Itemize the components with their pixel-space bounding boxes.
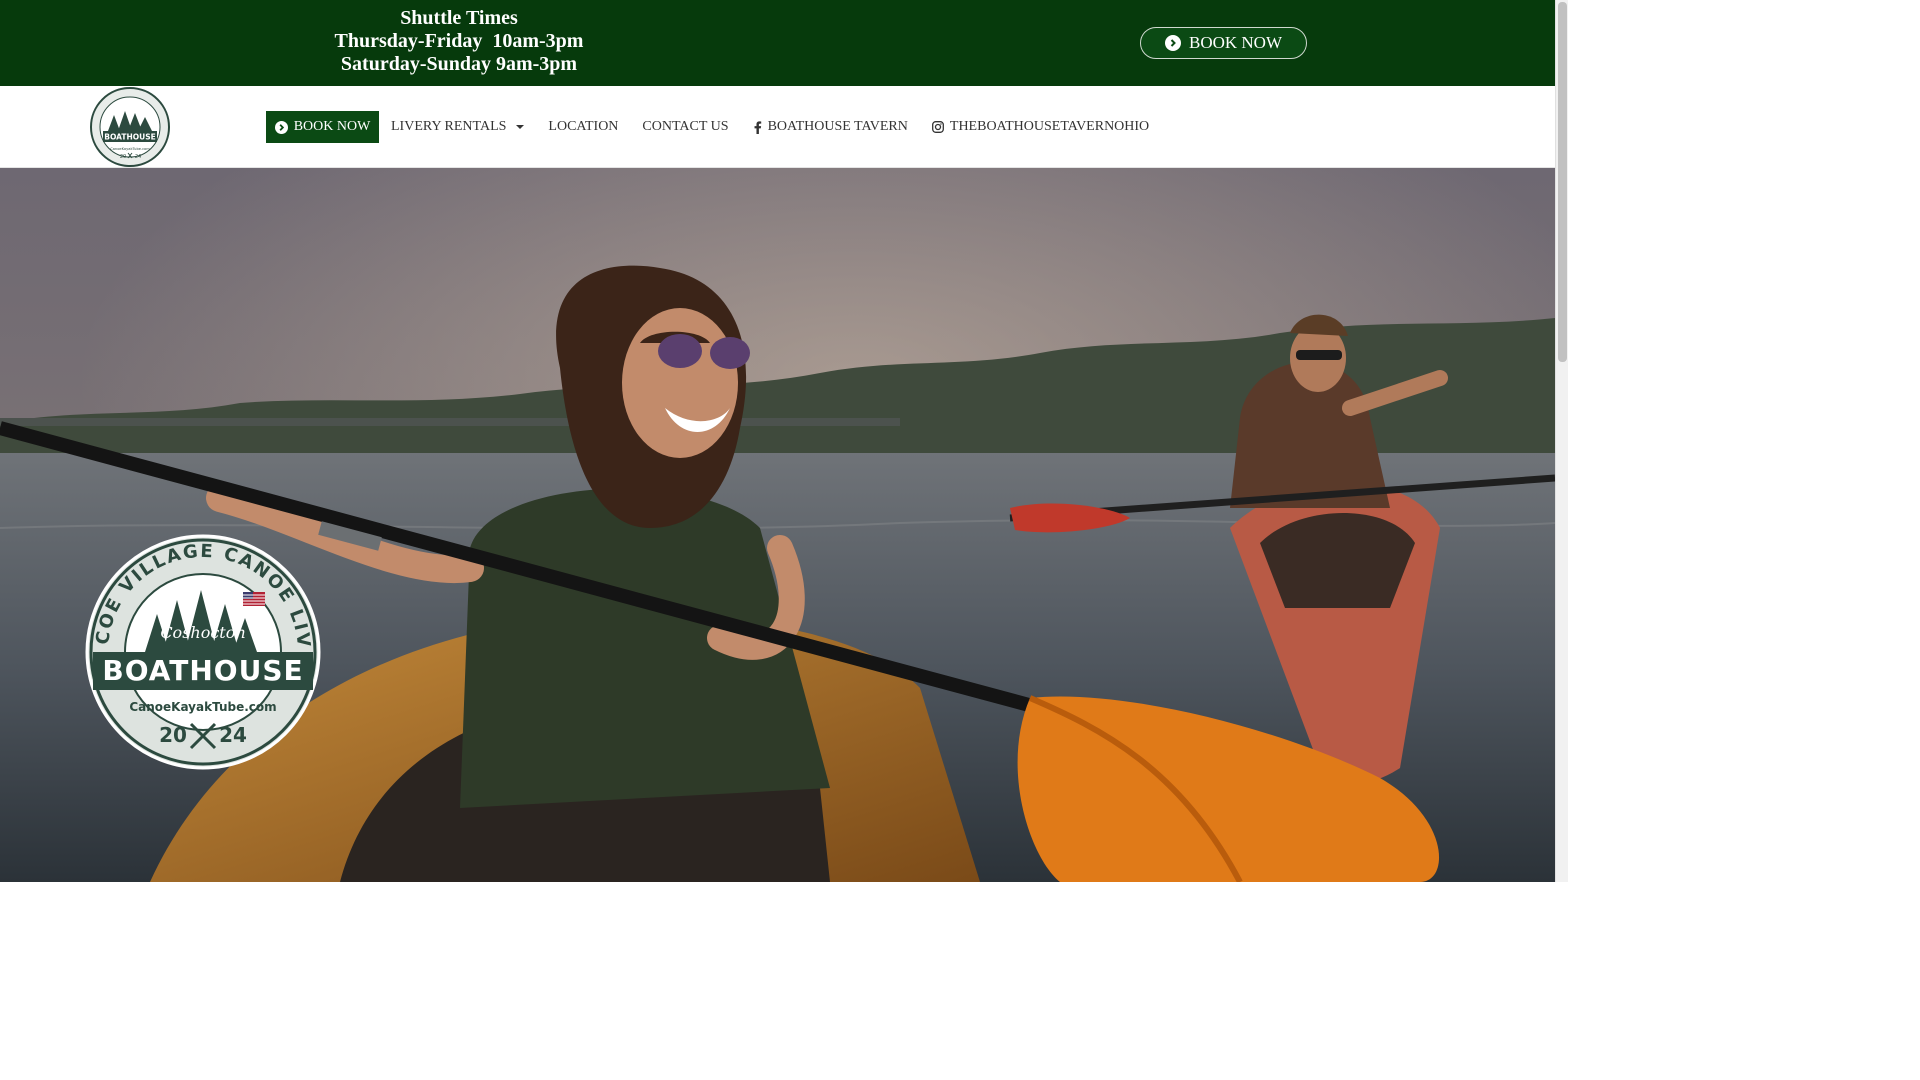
circle-chevron-right-icon [274,120,288,134]
shuttle-times: Shuttle Times Thursday-Friday 10am-3pm S… [300,7,618,76]
nav-contact-us[interactable]: CONTACT US [630,111,740,143]
circle-chevron-right-icon [1164,35,1181,51]
nav-livery-rentals-label: LIVERY RENTALS [391,119,507,134]
nav-logo-site: CanoeKayakTube.com [110,147,150,151]
boathouse-logo[interactable]: BOATHOUSE CanoeKayakTube.com 20 24 [90,87,170,167]
caret-down-icon [516,125,525,129]
shuttle-weekend-hours: Saturday-Sunday 9am-3pm [340,53,578,75]
shuttle-title: Shuttle Times [400,7,518,29]
nav-boathouse-tavern-label: BOATHOUSE TAVERN [767,119,908,134]
top-book-now-button[interactable]: BOOK NOW [1140,27,1307,59]
nav-logo-name: BOATHOUSE [104,133,156,142]
badge-site-text: CanoeKayakTube.com [129,700,276,714]
hero-banner: ROSCOE VILLAGE CANOE LIVERY Coshocton BO… [0,168,1555,882]
shuttle-weekday-hours: Thursday-Friday 10am-3pm [334,30,584,52]
nav-contact-us-label: CONTACT US [642,119,729,134]
top-book-now-label: BOOK NOW [1188,33,1283,52]
nav-logo-year-left: 20 [120,154,126,160]
nav-boathouse-tavern[interactable]: BOATHOUSE TAVERN [741,111,920,143]
main-navbar: BOATHOUSE CanoeKayakTube.com 20 24 BOOK … [0,86,1555,168]
nav-book-now-label: BOOK NOW [293,119,371,134]
badge-town-text: Coshocton [160,623,245,642]
badge-name-text: BOATHOUSE [102,654,303,687]
nav-menu: BOOK NOW LIVERY RENTALS LOCATION CONTACT… [266,111,1161,143]
nav-instagram[interactable]: THEBOATHOUSETAVERNOHIO [920,111,1161,143]
nav-location[interactable]: LOCATION [536,111,630,143]
instagram-icon [931,121,944,133]
top-announcement-bar: Shuttle Times Thursday-Friday 10am-3pm S… [0,0,1555,86]
nav-instagram-label: THEBOATHOUSETAVERNOHIO [949,119,1150,134]
nav-book-now-button[interactable]: BOOK NOW [266,111,379,143]
nav-location-label: LOCATION [548,119,619,134]
scrollbar-thumb[interactable] [1558,2,1567,362]
nav-livery-rentals[interactable]: LIVERY RENTALS [379,111,536,143]
kayakers-photo [0,168,1555,882]
badge-year-right: 24 [219,723,247,747]
nav-logo-year-right: 24 [135,154,141,160]
facebook-icon [754,120,761,134]
badge-year-left: 20 [159,723,187,747]
page-scrollbar[interactable] [1555,0,1568,882]
boathouse-badge-logo: ROSCOE VILLAGE CANOE LIVERY Coshocton BO… [85,534,321,770]
